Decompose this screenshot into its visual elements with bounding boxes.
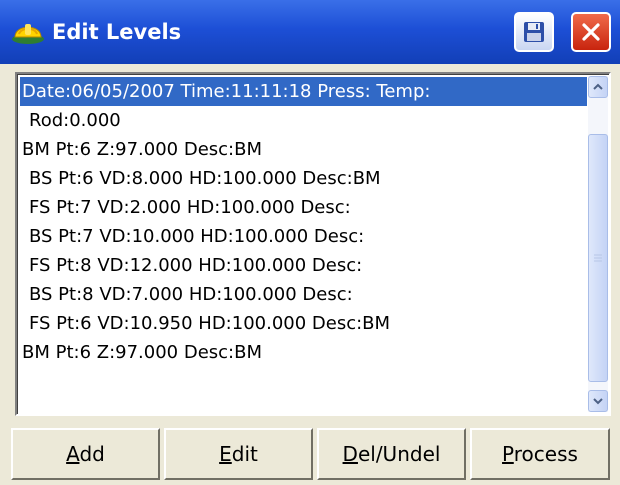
scroll-up-button[interactable]	[588, 76, 608, 98]
list-item[interactable]: Date:06/05/2007 Time:11:11:18 Press: Tem…	[20, 77, 587, 106]
close-icon	[582, 23, 600, 41]
scroll-thumb[interactable]	[588, 134, 608, 382]
edit-mnemonic: E	[219, 442, 232, 466]
title-bar: Edit Levels	[0, 0, 620, 64]
process-label: rocess	[513, 442, 578, 466]
add-label: dd	[79, 442, 105, 466]
del-undel-label: el/Undel	[357, 442, 441, 466]
edit-label: dit	[231, 442, 258, 466]
list-item[interactable]: FS Pt:6 VD:10.950 HD:100.000 Desc:BM	[20, 309, 587, 338]
process-mnemonic: P	[502, 442, 514, 466]
levels-listbox[interactable]: Date:06/05/2007 Time:11:11:18 Press: Tem…	[15, 72, 611, 416]
list-item[interactable]: FS Pt:7 VD:2.000 HD:100.000 Desc:	[20, 193, 587, 222]
list-item[interactable]: FS Pt:8 VD:12.000 HD:100.000 Desc:	[20, 251, 587, 280]
save-button[interactable]	[514, 12, 554, 52]
del-undel-button[interactable]: Del/Undel	[317, 428, 466, 480]
close-button[interactable]	[571, 12, 611, 52]
chevron-up-icon	[593, 83, 603, 90]
del-undel-mnemonic: D	[342, 442, 358, 466]
add-button[interactable]: Add	[11, 428, 160, 480]
scroll-down-button[interactable]	[588, 390, 608, 412]
hardhat-icon	[12, 24, 44, 44]
list-item[interactable]: BS Pt:6 VD:8.000 HD:100.000 Desc:BM	[20, 164, 587, 193]
list-item[interactable]: BM Pt:6 Z:97.000 Desc:BM	[20, 338, 587, 367]
add-mnemonic: A	[66, 442, 80, 466]
levels-list: Date:06/05/2007 Time:11:11:18 Press: Tem…	[20, 77, 587, 411]
list-item[interactable]: BS Pt:7 VD:10.000 HD:100.000 Desc:	[20, 222, 587, 251]
edit-button[interactable]: Edit	[164, 428, 313, 480]
window-title: Edit Levels	[52, 20, 182, 44]
list-item[interactable]: Rod:0.000	[20, 106, 587, 135]
process-button[interactable]: Process	[470, 428, 610, 480]
floppy-disk-icon	[524, 22, 544, 42]
chevron-down-icon	[593, 398, 603, 405]
vertical-scrollbar[interactable]	[588, 76, 608, 412]
list-item[interactable]: BM Pt:6 Z:97.000 Desc:BM	[20, 135, 587, 164]
list-item[interactable]: BS Pt:8 VD:7.000 HD:100.000 Desc:	[20, 280, 587, 309]
grip-icon	[594, 254, 602, 262]
